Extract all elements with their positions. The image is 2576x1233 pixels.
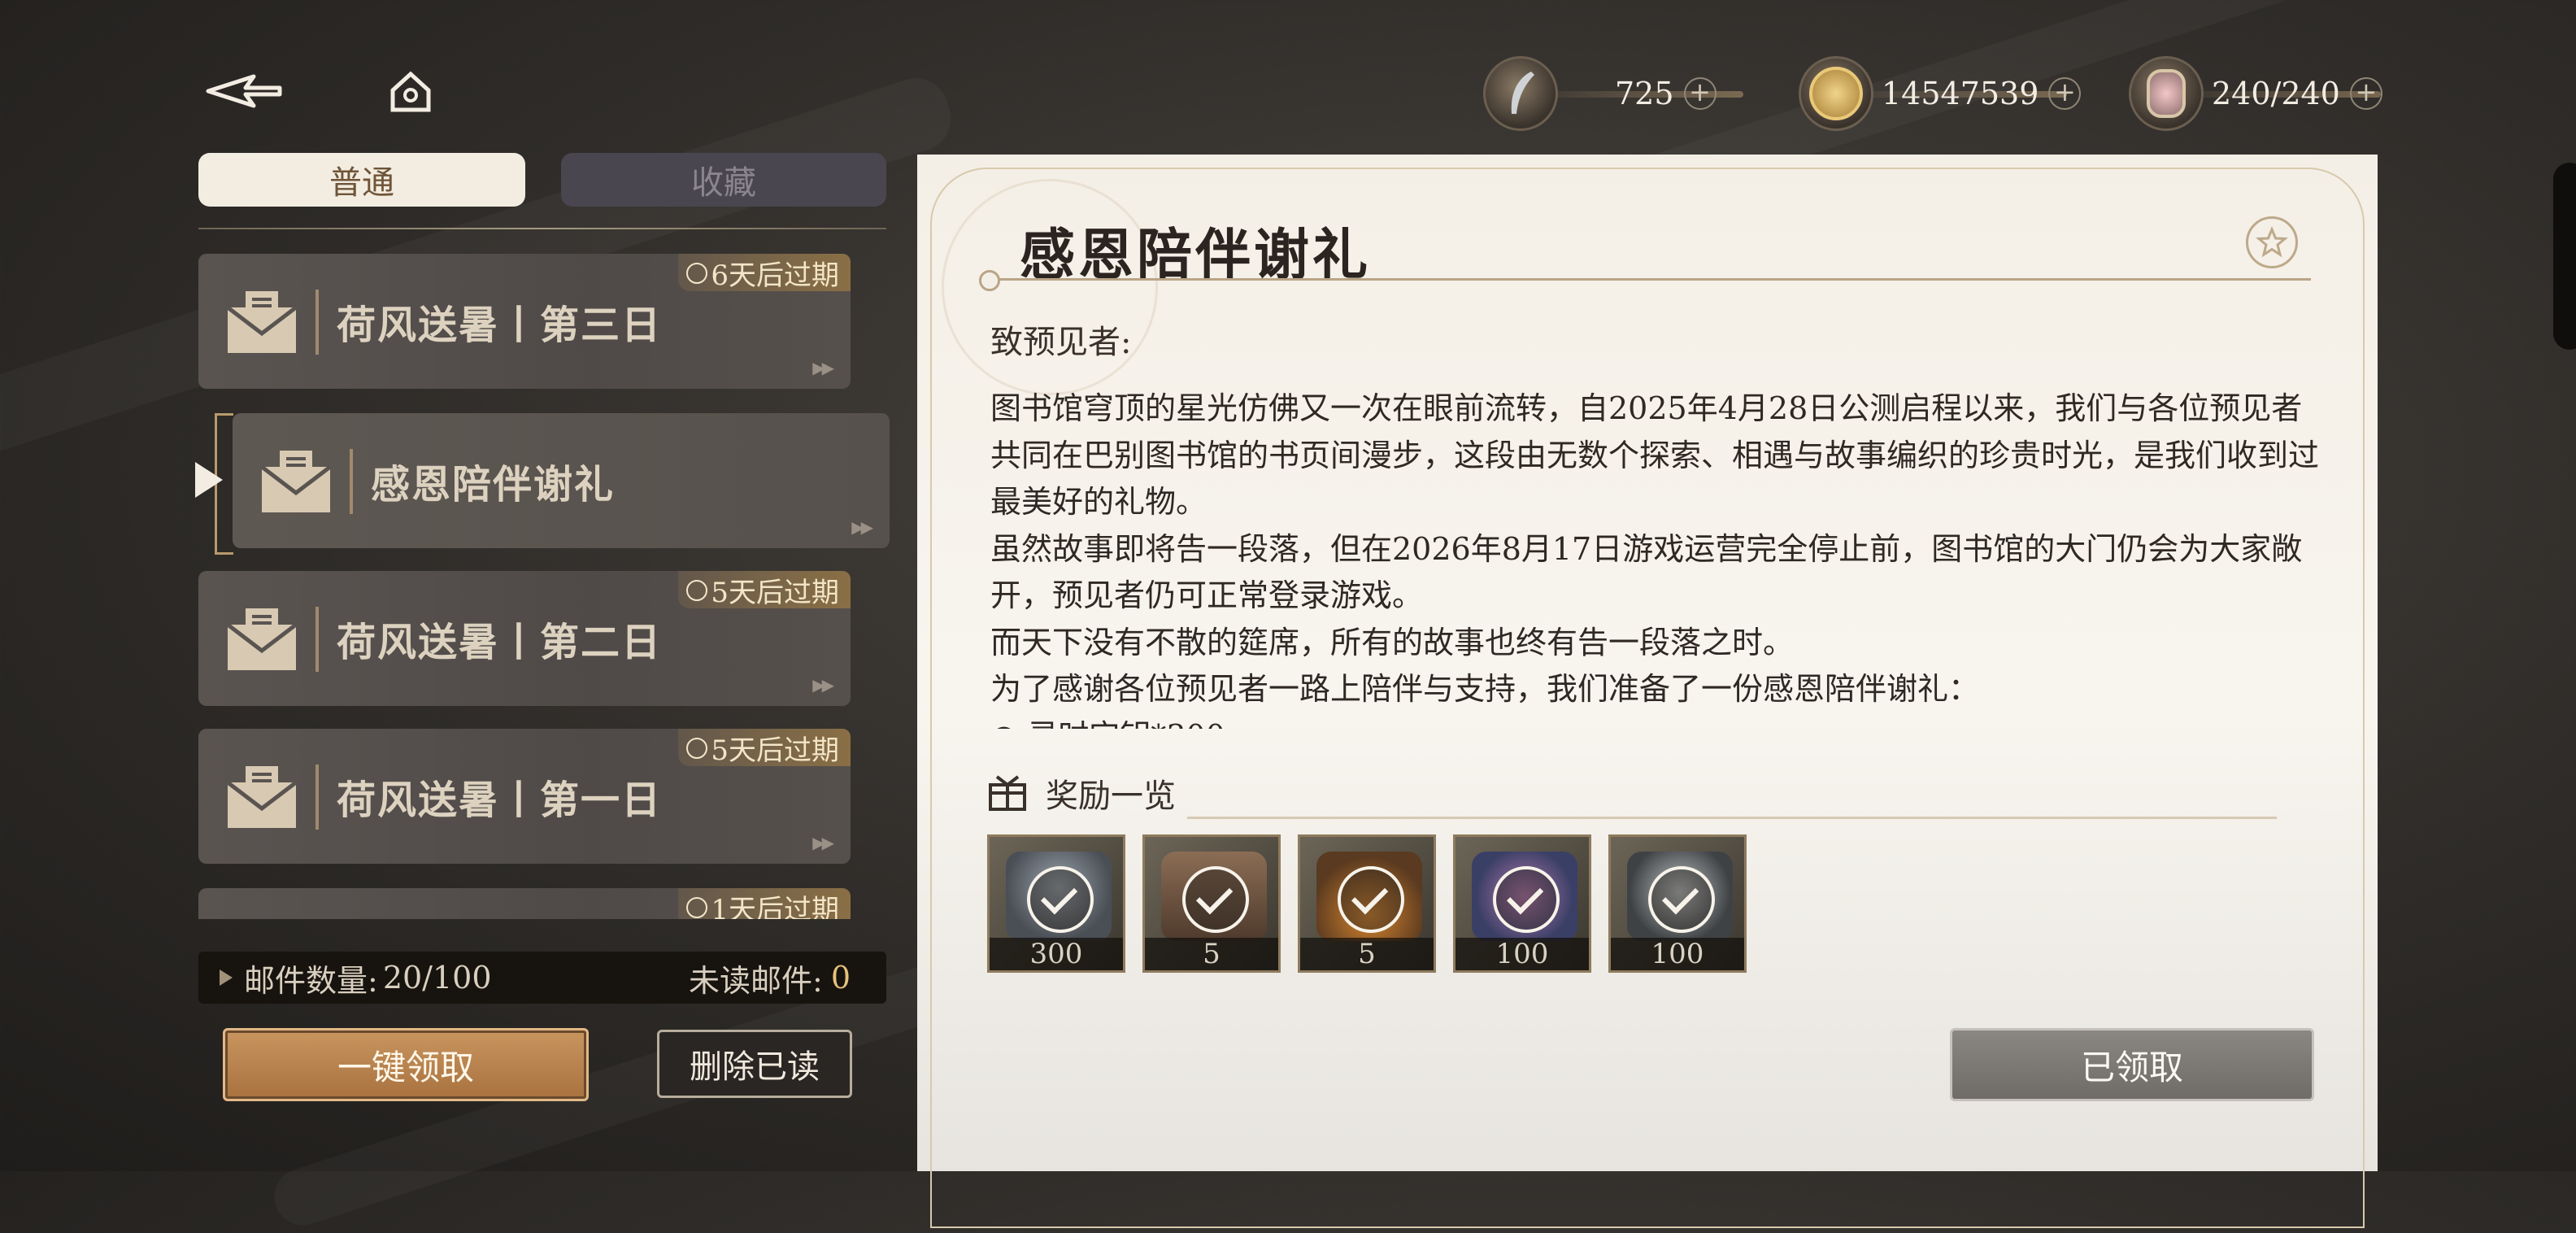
reward-count: 100 (1611, 938, 1744, 970)
clock-icon (686, 580, 708, 601)
mail-counter-bar: 邮件数量: 20/100 未读邮件: 0 (198, 952, 886, 1004)
check-icon (1648, 866, 1715, 933)
expiry-badge: 1天后过期 (678, 888, 851, 919)
list-item[interactable]: 1天后过期 (198, 888, 851, 919)
reward-header-label: 奖励一览 (1046, 778, 1176, 815)
gift-box-icon (989, 775, 1026, 811)
mail-list[interactable]: 荷风送暑丨第三日 6天后过期 ▶▶ 感恩陪伴谢礼 ▶▶ 荷风送暑丨第二日 5天后… (198, 244, 890, 919)
clock-icon (686, 897, 708, 918)
resource-gold: 14547539 + (1799, 56, 2082, 131)
resource-stamina: 240/240 + (2129, 56, 2382, 131)
list-item[interactable]: 荷风送暑丨第二日 5天后过期 ▶▶ (198, 571, 851, 706)
add-quill-button[interactable]: + (1683, 77, 1717, 110)
reward-divider (1187, 817, 2277, 819)
list-item-selected[interactable]: 感恩陪伴谢礼 ▶▶ (233, 413, 890, 548)
stamina-count: 240/240 (2212, 76, 2340, 111)
reward-item[interactable]: 100 (1608, 834, 1747, 973)
check-icon (1338, 866, 1404, 933)
add-gold-button[interactable]: + (2048, 77, 2082, 110)
favorite-star-button[interactable] (2246, 216, 2298, 268)
quill-count: 725 (1615, 76, 1674, 111)
reward-item[interactable]: 100 (1453, 834, 1591, 973)
reward-count: 5 (1145, 938, 1278, 970)
envelope-icon (221, 286, 302, 358)
clock-icon (686, 263, 708, 284)
list-item[interactable]: 荷风送暑丨第一日 5天后过期 ▶▶ (198, 729, 851, 864)
delete-read-button[interactable]: 删除已读 (657, 1030, 852, 1098)
tab-normal[interactable]: 普通 (198, 153, 525, 207)
mail-count-label: 邮件数量: (244, 962, 378, 999)
claimed-button[interactable]: 已领取 (1950, 1028, 2314, 1101)
lantern-icon (2129, 56, 2204, 131)
add-stamina-button[interactable]: + (2349, 77, 2382, 110)
envelope-icon (255, 446, 337, 517)
mail-body[interactable]: 图书馆穹顶的星光仿佛又一次在眼前流转，自2025年4月28日公测启程以来，我们与… (990, 386, 2324, 729)
gold-count: 14547539 (1882, 76, 2039, 111)
fast-forward-icon: ▶▶ (812, 675, 834, 695)
back-arrow-icon (206, 74, 282, 108)
reward-header: 奖励一览 (987, 769, 1176, 817)
quill-icon (1483, 56, 1558, 131)
reward-item[interactable]: 5 (1142, 834, 1281, 973)
claim-all-button[interactable]: 一键领取 (223, 1028, 589, 1101)
mail-count-value: 20/100 (382, 960, 492, 996)
fast-forward-icon: ▶▶ (851, 517, 873, 537)
resource-quill: 725 + (1483, 56, 1743, 131)
star-icon (2256, 226, 2288, 258)
home-icon (390, 71, 431, 112)
check-icon (1493, 866, 1560, 933)
envelope-icon (221, 603, 302, 675)
mail-paragraph: 虽然故事即将告一段落，但在2026年8月17日游戏运营完全停止前，图书馆的大门仍… (990, 530, 2303, 614)
unread-label: 未读邮件: (689, 962, 823, 999)
expiry-badge: 5天后过期 (678, 571, 851, 609)
fast-forward-icon: ▶▶ (812, 833, 834, 852)
arrow-icon (220, 969, 233, 986)
expiry-badge: 5天后过期 (678, 729, 851, 767)
mail-greeting: 致预见者: (990, 324, 1132, 361)
check-icon (1027, 866, 1094, 933)
mail-title: 感恩陪伴谢礼 (371, 462, 616, 508)
home-button[interactable] (382, 65, 439, 119)
mail-title: 荷风送暑丨第一日 (337, 778, 663, 823)
unread-value: 0 (830, 960, 851, 996)
mail-paragraph: 为了感谢各位预见者一路上陪伴与支持，我们准备了一份感恩陪伴谢礼： (990, 671, 1980, 707)
selection-arrow-icon (195, 462, 223, 498)
tab-favorites[interactable]: 收藏 (561, 153, 886, 207)
reward-count: 100 (1456, 938, 1589, 970)
reward-count: 5 (1300, 938, 1434, 970)
envelope-icon (221, 761, 302, 833)
clock-icon (686, 738, 708, 759)
mail-paragraph: 图书馆穹顶的星光仿佛又一次在眼前流转，自2025年4月28日公测启程以来，我们与… (990, 390, 2320, 520)
check-icon (1182, 866, 1249, 933)
fast-forward-icon: ▶▶ (812, 358, 834, 377)
reward-count: 300 (990, 938, 1123, 970)
reward-item[interactable]: 300 (987, 834, 1125, 973)
edge-handle (2553, 163, 2576, 350)
mail-title: 荷风送暑丨第二日 (337, 620, 663, 665)
expiry-badge: 6天后过期 (678, 254, 851, 292)
mail-title: 荷风送暑丨第三日 (337, 303, 663, 348)
tab-divider (198, 228, 886, 229)
gold-coin-icon (1799, 56, 1873, 131)
back-button[interactable] (203, 67, 285, 115)
mail-paragraph: 而天下没有不散的筵席，所有的故事也终有告一段落之时。 (990, 624, 1795, 660)
title-underline (984, 278, 2311, 281)
mail-paragraph: ● 灵时宝钥*300 (990, 713, 2324, 730)
list-item[interactable]: 荷风送暑丨第三日 6天后过期 ▶▶ (198, 254, 851, 389)
reward-item[interactable]: 5 (1298, 834, 1436, 973)
